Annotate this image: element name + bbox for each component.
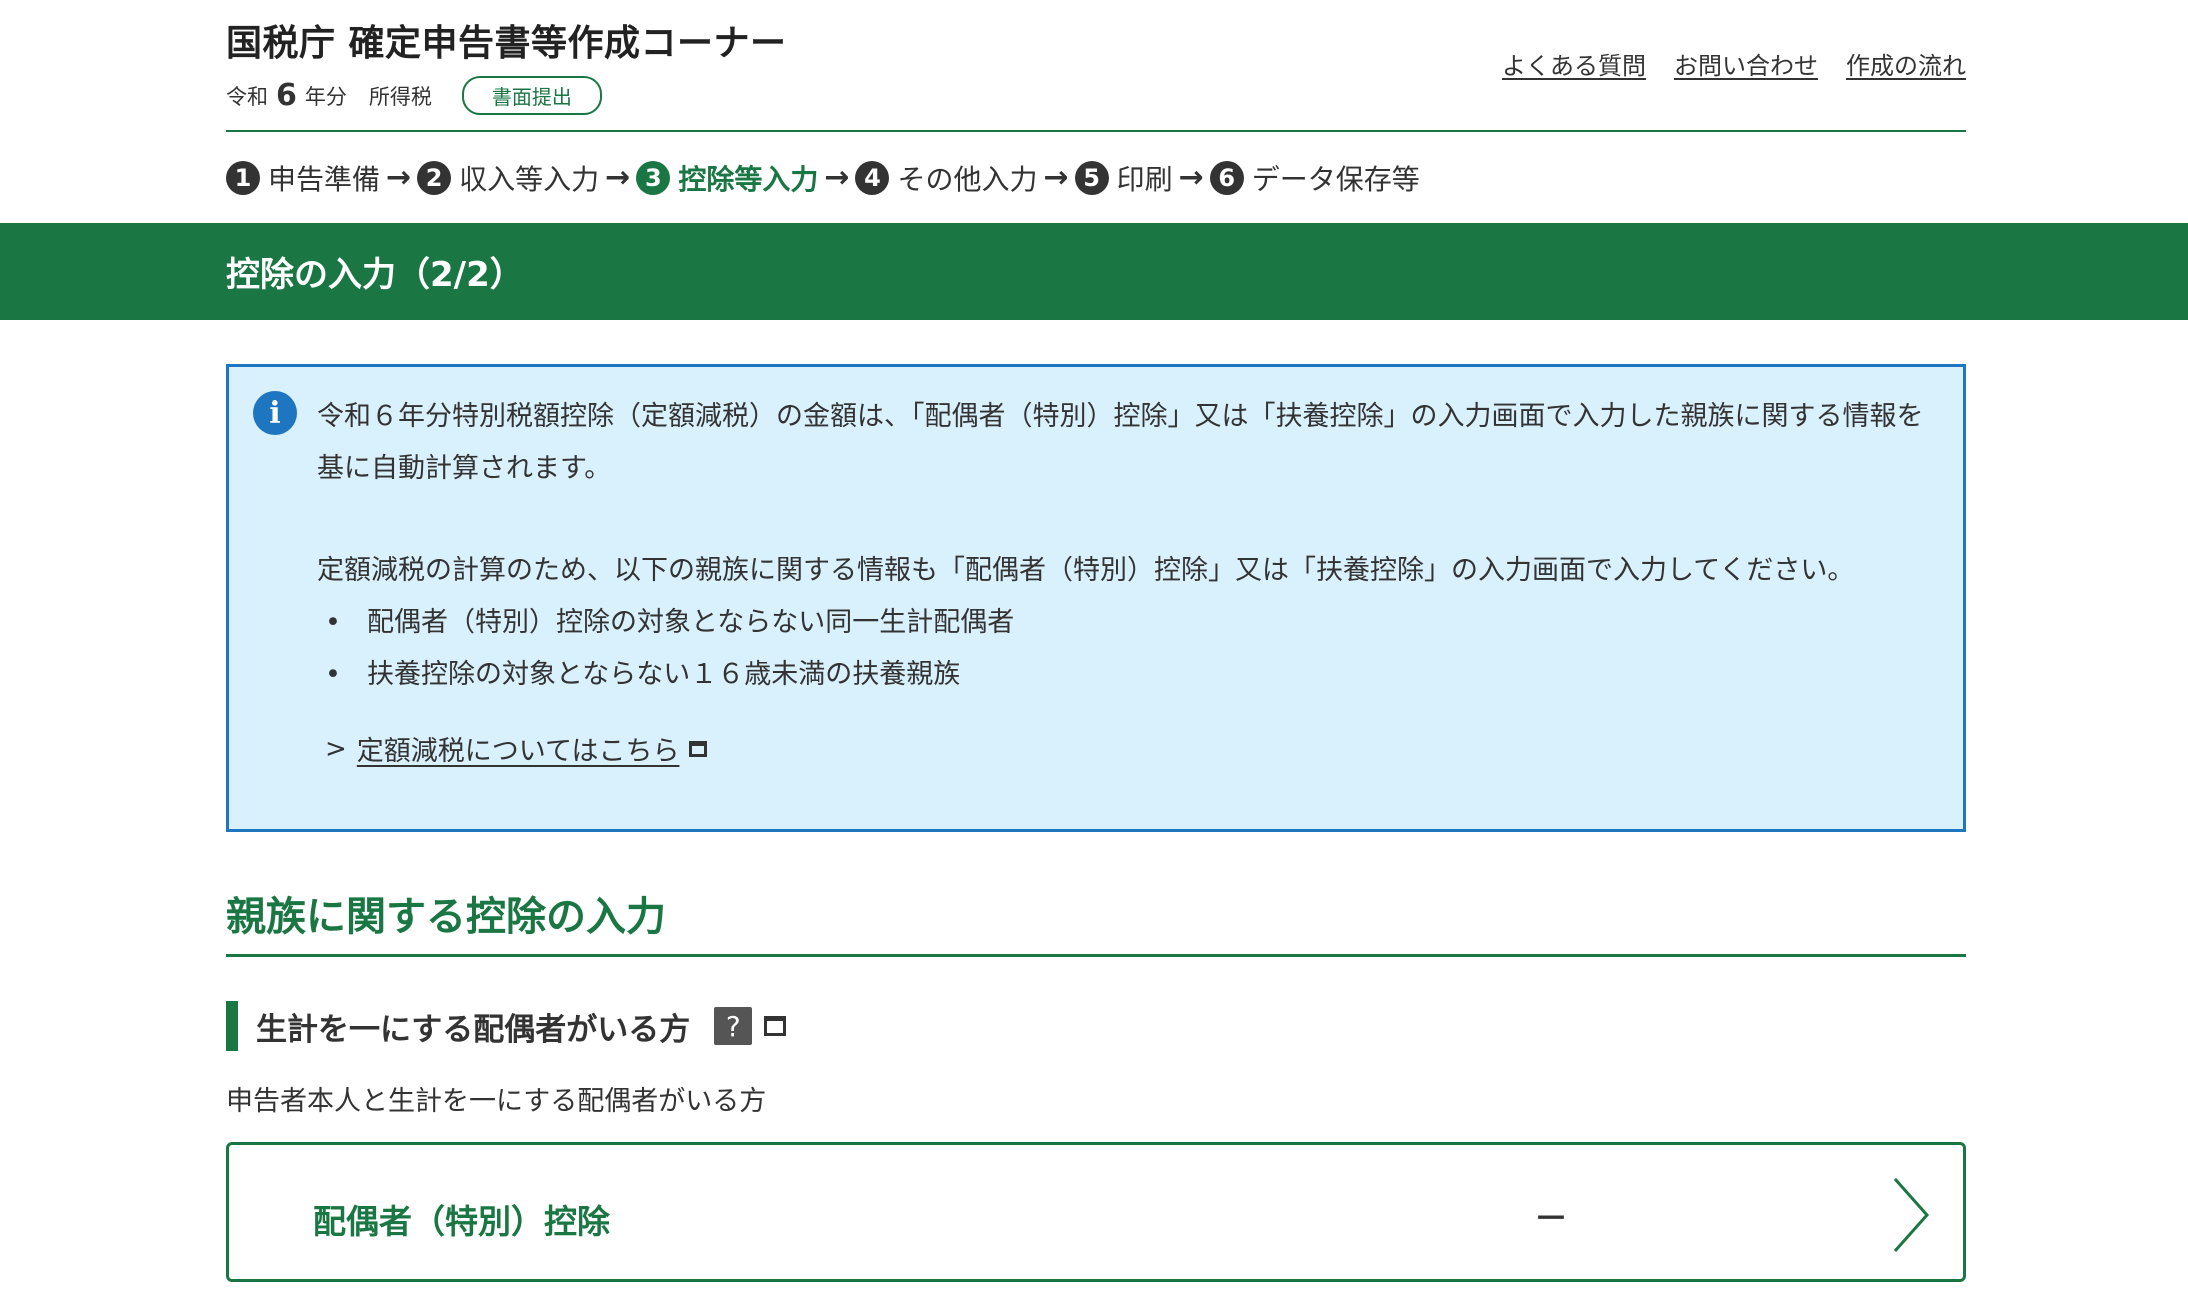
card-label: 配偶者（特別）控除 [313,1202,610,1241]
card-value: － [1534,1199,1568,1239]
external-window-icon [689,740,708,757]
arrow-right-icon: → [1178,160,1204,195]
site-header: 国税庁 確定申告書等作成コーナー 令和 6 年分 所得税 書面提出 よくある質問… [226,0,1966,132]
arrow-right-icon: → [386,160,412,195]
list-item: 配偶者（特別）控除の対象とならない同一生計配偶者 [325,597,1933,649]
flow-link[interactable]: 作成の流れ [1846,46,1966,81]
step-1: 1 申告準備 [226,158,380,198]
step-number: 6 [1209,160,1244,195]
spouse-deduction-card[interactable]: 配偶者（特別）控除 － [226,1142,1966,1282]
chevron-right-icon [1893,1178,1930,1252]
sub-heading: 生計を一にする配偶者がいる方 ? [226,1001,1966,1051]
step-5: 5 印刷 [1074,158,1173,198]
arrow-right-icon: → [1043,160,1069,195]
step-4: 4 その他入力 [855,158,1037,198]
tax-year-row: 令和 6 年分 所得税 書面提出 [226,76,602,115]
year-number: 6 [276,78,297,113]
step-6: 6 データ保存等 [1209,158,1420,198]
section-title: 親族に関する控除の入力 [226,884,1966,957]
step-label: 印刷 [1116,162,1173,196]
tax-type: 所得税 [368,84,432,109]
step-number: 4 [855,160,890,195]
sub-heading-text: 生計を一にする配偶者がいる方 [256,1011,691,1048]
site-title: 国税庁 確定申告書等作成コーナー [226,23,787,64]
info-paragraph-1: 令和６年分特別税額控除（定額減税）の金額は、「配偶者（特別）控除」又は「扶養控除… [317,401,1924,484]
info-icon: i [253,391,297,435]
step-label: 収入等入力 [459,162,600,196]
help-question-icon[interactable]: ? [714,1007,753,1045]
arrow-right-icon: → [605,160,631,195]
info-paragraph-2: 定額減税の計算のため、以下の親族に関する情報も「配偶者（特別）控除」又は「扶養控… [317,555,1855,586]
flat-tax-link-row: > 定額減税についてはこちら [325,729,1933,768]
step-number: 5 [1074,160,1109,195]
external-window-icon [764,1016,787,1036]
arrow-right-icon: → [824,160,850,195]
step-number: 2 [417,160,452,195]
heading-bar [226,1001,238,1051]
step-3: 3 控除等入力 [636,158,818,198]
info-bullet-list: 配偶者（特別）控除の対象とならない同一生計配偶者 扶養控除の対象とならない１６歳… [317,597,1933,701]
submission-badge: 書面提出 [461,76,602,115]
contact-link[interactable]: お問い合わせ [1674,46,1818,81]
chevron-right-icon: > [325,733,347,764]
info-notice: i 令和６年分特別税額控除（定額減税）の金額は、「配偶者（特別）控除」又は「扶養… [226,364,1966,832]
step-number: 3 [636,160,671,195]
step-label: その他入力 [897,162,1038,196]
year-suffix: 年分 [304,84,347,109]
step-label: 申告準備 [268,162,381,196]
era-label: 令和 [226,84,268,109]
step-2: 2 収入等入力 [417,158,599,198]
list-item: 扶養控除の対象とならない１６歳未満の扶養親族 [325,649,1933,701]
step-label: データ保存等 [1251,162,1420,196]
step-label: 控除等入力 [678,162,819,196]
page-title: 控除の入力（2/2） [226,255,524,295]
header-links: よくある質問 お問い合わせ 作成の流れ [1502,46,1966,81]
section-description: 申告者本人と生計を一にする配偶者がいる方 [226,1086,767,1117]
page-title-band: 控除の入力（2/2） [0,223,2188,320]
progress-steps: 1 申告準備 → 2 収入等入力 → 3 控除等入力 → 4 その他入力 → 5… [226,132,1966,223]
step-number: 1 [226,160,260,195]
flat-tax-reduction-link[interactable]: 定額減税についてはこちら [357,729,680,768]
faq-link[interactable]: よくある質問 [1502,46,1646,81]
